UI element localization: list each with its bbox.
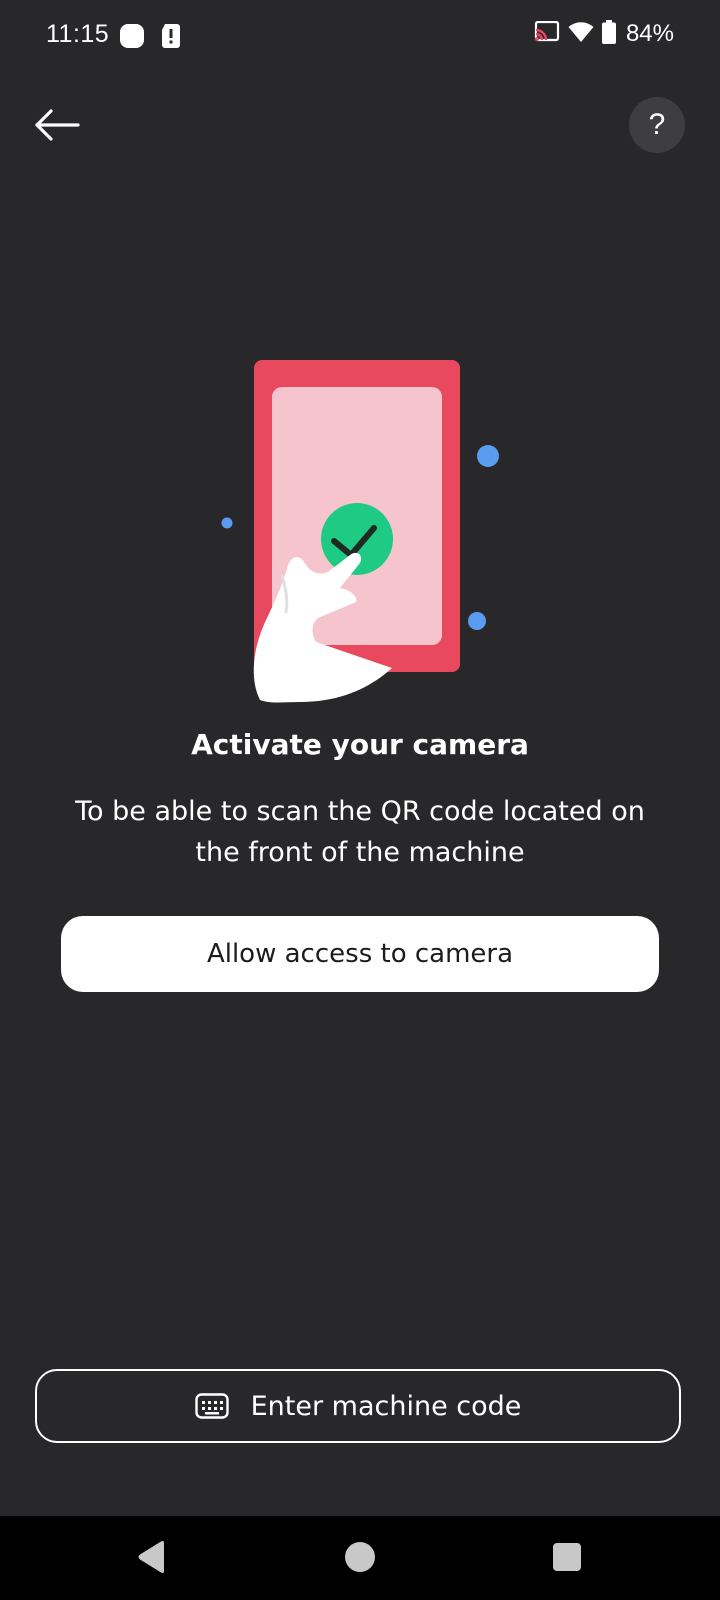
page-title: Activate your camera — [191, 728, 529, 761]
allow-camera-button[interactable]: Allow access to camera — [61, 916, 659, 992]
battery-icon — [601, 20, 616, 48]
phone-tap-illustration — [200, 350, 520, 720]
status-bar: 11:15 84% — [0, 0, 720, 72]
system-nav-bar — [0, 1516, 720, 1600]
decor-dot-large — [477, 445, 499, 467]
enter-machine-code-button[interactable]: Enter machine code — [35, 1369, 681, 1443]
status-time: 11:15 — [46, 20, 110, 48]
enter-machine-code-label: Enter machine code — [250, 1390, 522, 1422]
keyboard-icon — [194, 1393, 229, 1419]
status-right-group: 84% — [534, 20, 674, 48]
wifi-icon — [568, 21, 594, 47]
decor-dot-small — [221, 517, 233, 529]
alert-icon — [162, 24, 180, 48]
nav-back-icon[interactable] — [136, 1540, 168, 1574]
page-description: To be able to scan the QR code located o… — [75, 796, 645, 868]
back-button[interactable] — [30, 98, 84, 152]
cast-icon — [534, 20, 560, 47]
decor-dot-medium — [468, 612, 486, 630]
battery-percent: 84% — [625, 20, 674, 47]
nav-home-icon[interactable] — [345, 1542, 375, 1572]
arrow-left-icon — [35, 109, 80, 141]
camera-permission-screen: 11:15 84% ? Activate your camera To be a… — [0, 0, 720, 1600]
nav-recents-icon[interactable] — [553, 1543, 581, 1571]
help-button[interactable]: ? — [629, 97, 685, 153]
notification-icon — [120, 24, 144, 48]
